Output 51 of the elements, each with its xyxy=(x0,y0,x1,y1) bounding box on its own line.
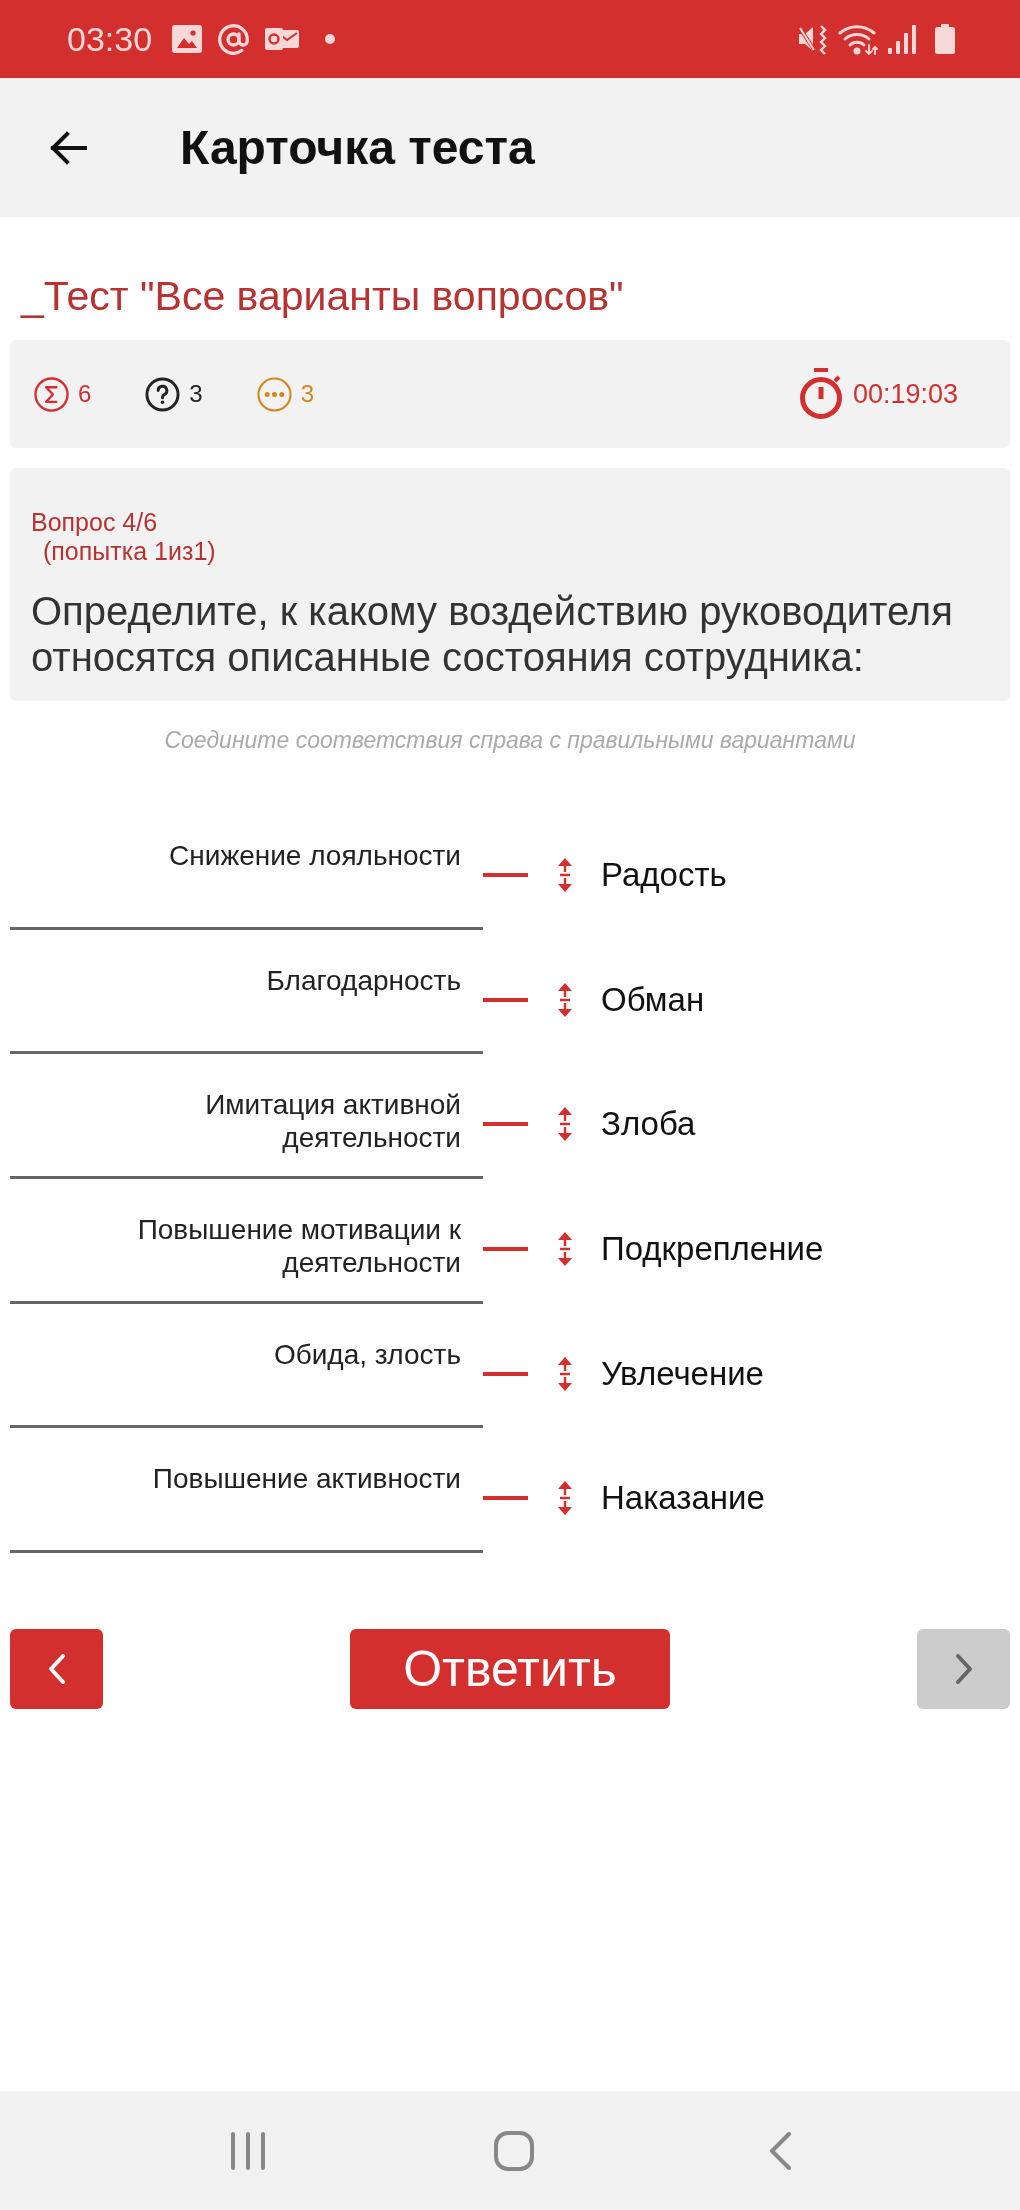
counter-value: 3 xyxy=(189,379,203,409)
back-icon[interactable] xyxy=(768,2131,792,2170)
screen-title: Карточка теста xyxy=(180,119,535,176)
link-dash-icon xyxy=(483,1496,528,1501)
answer-option[interactable]: Обман xyxy=(601,980,705,1019)
up-down-arrow-icon[interactable] xyxy=(557,1356,573,1391)
statement-text: Обида, злость xyxy=(273,1337,461,1371)
status-time: 03:30 xyxy=(67,19,153,59)
previous-button[interactable] xyxy=(10,1629,103,1710)
battery-icon xyxy=(935,24,955,54)
image-icon xyxy=(172,25,203,53)
statement-text: Повышение активности xyxy=(152,1462,461,1496)
answer-button[interactable]: Ответить xyxy=(350,1629,670,1710)
timer-text: 00:19:03 xyxy=(852,378,958,410)
signal-icon xyxy=(888,24,916,54)
question-number: Вопрос 4/6 xyxy=(31,508,158,536)
link-dash-icon xyxy=(483,1371,528,1376)
mute-icon xyxy=(797,23,828,55)
answer-option[interactable]: Радость xyxy=(601,856,727,894)
recent-apps-icon[interactable] xyxy=(230,2131,266,2170)
link-dash-icon xyxy=(483,1122,528,1127)
answer-option[interactable]: Злоба xyxy=(601,1105,696,1144)
statement-text: Благодарность xyxy=(266,963,461,997)
chevron-right-icon xyxy=(954,1653,973,1686)
question-text: Определите, к какому воздействию руководителя относятся описанные состояния сотрудника: xyxy=(31,588,954,680)
up-down-arrow-icon[interactable] xyxy=(557,858,573,892)
answer-option[interactable]: Наказание xyxy=(601,1479,765,1518)
instruction-text: Соедините соответствия справа с правильными вариантами xyxy=(164,726,856,755)
at-sign-icon xyxy=(217,22,251,56)
home-icon[interactable] xyxy=(494,2130,534,2171)
statement-text: Повышение мотивации к деятельности xyxy=(136,1213,461,1280)
counter-value: 6 xyxy=(78,379,92,409)
counter-value: 3 xyxy=(300,379,315,409)
test-title: _Тест "Все варианты вопросов" xyxy=(21,272,624,320)
up-down-arrow-icon[interactable] xyxy=(557,1107,573,1142)
wifi-icon xyxy=(838,23,878,55)
chevron-left-icon xyxy=(47,1653,66,1686)
link-dash-icon xyxy=(483,997,528,1002)
answer-option[interactable]: Увлечение xyxy=(601,1354,764,1393)
statement-text: Имитация активной деятельности xyxy=(204,1088,461,1155)
up-down-arrow-icon[interactable] xyxy=(557,1481,573,1516)
back-arrow-icon[interactable] xyxy=(48,129,88,166)
attempt-counter: (попытка 1из1) xyxy=(43,536,216,566)
answer-option[interactable]: Подкрепление xyxy=(601,1230,824,1269)
up-down-arrow-icon[interactable] xyxy=(557,1232,573,1267)
link-dash-icon xyxy=(483,873,528,877)
stopwatch-icon xyxy=(797,368,844,420)
up-down-arrow-icon[interactable] xyxy=(557,982,573,1017)
mail-icon xyxy=(265,26,300,52)
link-dash-icon xyxy=(483,1247,528,1252)
statement-text: Снижение лояльности xyxy=(169,839,461,872)
